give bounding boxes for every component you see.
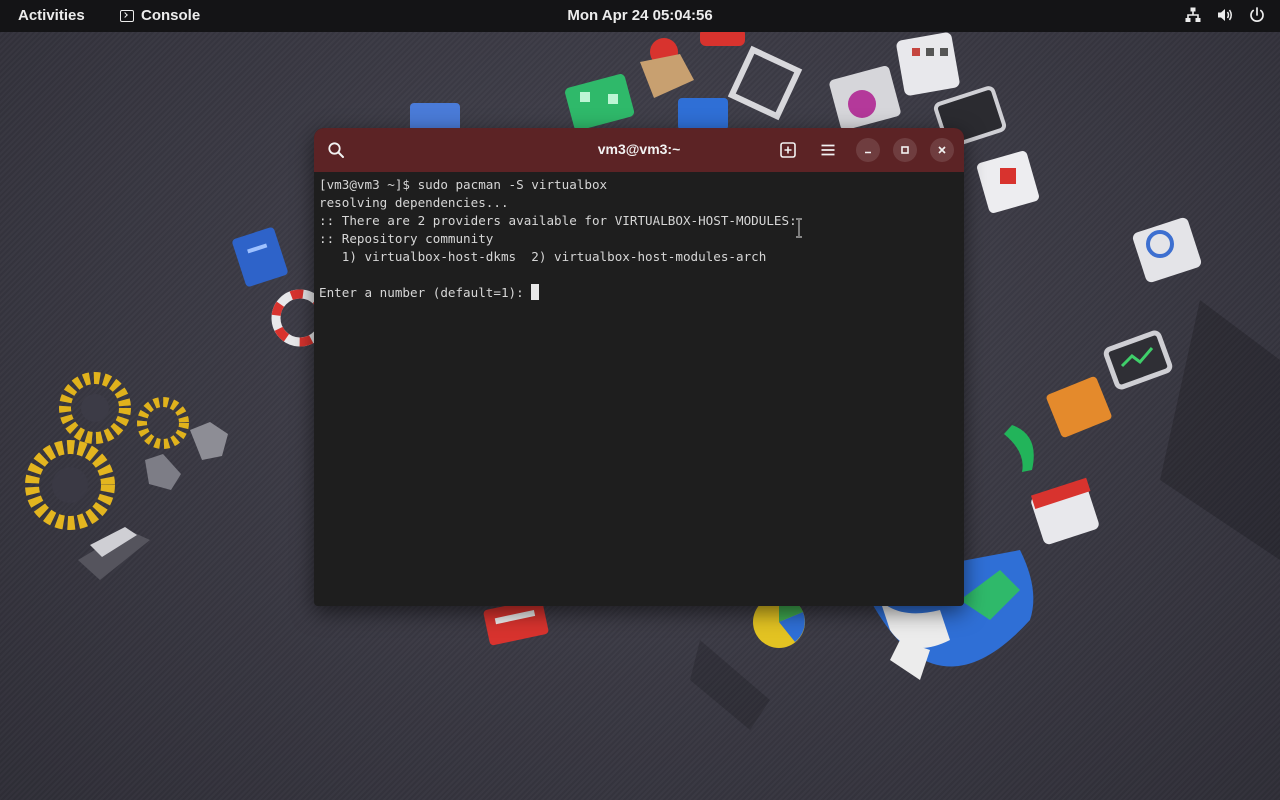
terminal-headerbar[interactable]: vm3@vm3:~ bbox=[314, 128, 964, 172]
app-menu-label: Console bbox=[141, 7, 201, 24]
clock-button[interactable]: Mon Apr 24 05:04:56 bbox=[567, 7, 712, 24]
system-tray[interactable] bbox=[1184, 6, 1266, 24]
app-menu-button[interactable]: Console bbox=[120, 7, 200, 24]
ibeam-cursor-icon bbox=[796, 218, 802, 238]
close-icon bbox=[938, 146, 946, 154]
menu-button[interactable] bbox=[814, 136, 842, 164]
console-icon bbox=[120, 9, 134, 22]
new-tab-button[interactable] bbox=[774, 136, 802, 164]
terminal-line: :: There are 2 providers available for V… bbox=[319, 213, 797, 228]
activities-button[interactable]: Activities bbox=[18, 7, 85, 24]
right-app-icons bbox=[1004, 217, 1280, 560]
new-tab-icon bbox=[780, 142, 796, 158]
maximize-icon bbox=[901, 146, 909, 154]
terminal-window[interactable]: vm3@vm3:~ [vm3@vm3 ~]$ sudo pacman -S vi… bbox=[314, 128, 964, 606]
terminal-line: :: Repository community bbox=[319, 231, 494, 246]
menu-icon bbox=[821, 144, 835, 156]
terminal-output[interactable]: [vm3@vm3 ~]$ sudo pacman -S virtualbox r… bbox=[314, 172, 964, 606]
bottom-app-icons bbox=[483, 596, 805, 730]
terminal-line: [vm3@vm3 ~]$ sudo pacman -S virtualbox bbox=[319, 177, 608, 192]
terminal-line: resolving dependencies... bbox=[319, 195, 509, 210]
minimize-icon bbox=[865, 151, 871, 154]
volume-icon bbox=[1218, 9, 1232, 21]
terminal-line: 1) virtualbox-host-dkms 2) virtualbox-ho… bbox=[319, 249, 767, 264]
top-bar: Activities Console Mon Apr 24 05:04:56 bbox=[0, 0, 1280, 32]
maximize-button[interactable] bbox=[893, 138, 917, 162]
close-button[interactable] bbox=[930, 138, 954, 162]
network-icon bbox=[1185, 7, 1201, 22]
power-icon bbox=[1250, 7, 1264, 22]
text-cursor bbox=[531, 284, 540, 300]
window-title: vm3@vm3:~ bbox=[597, 141, 681, 157]
prompt-text: Enter a number (default=1): bbox=[319, 285, 532, 300]
terminal-prompt-line[interactable]: Enter a number (default=1): bbox=[319, 284, 964, 302]
gear-decoration-icon bbox=[25, 372, 228, 580]
search-button[interactable] bbox=[322, 136, 350, 164]
book-decoration-icon bbox=[232, 227, 288, 287]
minimize-button[interactable] bbox=[856, 138, 880, 162]
search-icon bbox=[328, 142, 344, 158]
